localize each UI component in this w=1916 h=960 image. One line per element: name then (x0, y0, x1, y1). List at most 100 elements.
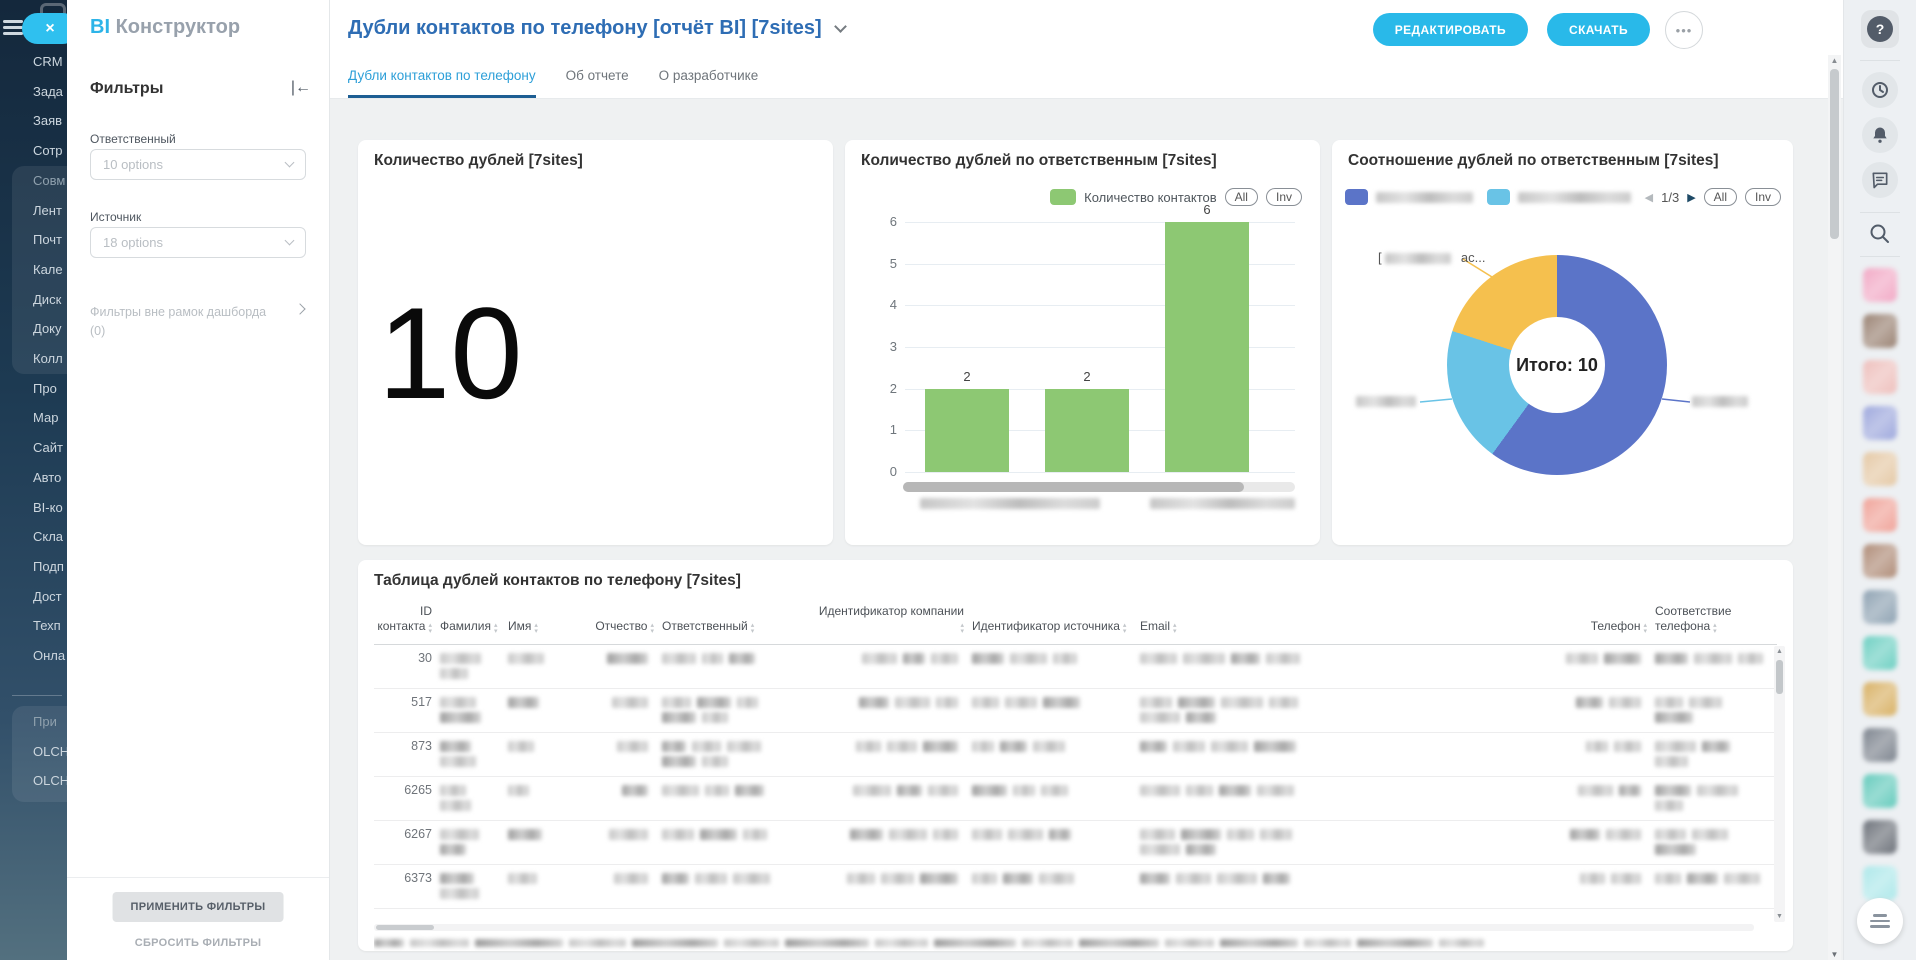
redacted-text (887, 741, 917, 752)
sort-icon[interactable]: ▴▾ (1173, 623, 1177, 635)
column-header[interactable]: Фамилия▴▾ (438, 613, 506, 644)
sort-icon[interactable]: ▴▾ (960, 623, 964, 635)
redacted-text (695, 873, 727, 884)
hamburger-menu-icon[interactable] (3, 20, 23, 36)
avatar[interactable] (1863, 406, 1897, 440)
avatar[interactable] (1863, 314, 1897, 348)
column-header[interactable]: Имя▴▾ (506, 613, 564, 644)
redacted-text (508, 653, 544, 664)
inv-toggle-button[interactable]: Inv (1745, 188, 1781, 206)
inv-toggle-button[interactable]: Inv (1266, 188, 1302, 206)
redacted-text (440, 888, 479, 899)
download-button[interactable]: СКАЧАТЬ (1547, 13, 1650, 46)
sort-icon[interactable]: ▴▾ (1123, 623, 1127, 635)
source-filter-select[interactable]: 18 options (90, 227, 306, 258)
table-cell (1138, 865, 1438, 886)
apply-filters-button[interactable]: ПРИМЕНИТЬ ФИЛЬТРЫ (113, 892, 284, 922)
outside-filters-link[interactable]: Фильтры вне рамок дашборда (0) (90, 303, 306, 341)
avatar[interactable] (1863, 774, 1897, 808)
redacted-text (1269, 697, 1298, 708)
column-header[interactable]: Отчество▴▾ (564, 613, 660, 644)
edit-button[interactable]: РЕДАКТИРОВАТЬ (1373, 13, 1528, 46)
avatar[interactable] (1863, 498, 1897, 532)
column-header[interactable]: Соответствие телефона▴▾ (1653, 598, 1777, 644)
table-cell (1138, 645, 1438, 666)
table-horizontal-scrollbar[interactable] (374, 924, 1754, 931)
sort-icon[interactable]: ▴▾ (1713, 623, 1717, 635)
more-options-button[interactable]: ••• (1665, 11, 1703, 49)
tab-3[interactable]: О разработчике (659, 68, 759, 98)
sort-icon[interactable]: ▴▾ (428, 623, 432, 635)
time-tracking-button[interactable] (1862, 72, 1898, 108)
column-header[interactable]: Идентификатор компании▴▾ (812, 598, 970, 644)
avatar[interactable] (1863, 636, 1897, 670)
reset-filters-button[interactable]: СБРОСИТЬ ФИЛЬТРЫ (129, 936, 268, 950)
column-header[interactable]: Email▴▾ (1138, 613, 1438, 644)
table-row[interactable]: 6373 (374, 865, 1777, 909)
avatar[interactable] (1863, 544, 1897, 578)
table-cell (564, 821, 660, 842)
table-row[interactable]: 30 (374, 645, 1777, 689)
avatar[interactable] (1863, 590, 1897, 624)
table-vertical-scrollbar[interactable]: ▲▼ (1774, 646, 1785, 922)
sort-icon[interactable]: ▴▾ (494, 623, 498, 635)
table-cell (970, 777, 1138, 798)
bar-segment[interactable] (1165, 222, 1249, 472)
column-header[interactable]: ID контакта▴▾ (374, 598, 438, 644)
legend-next-page-icon[interactable]: ▶ (1687, 191, 1695, 204)
avatar[interactable] (1863, 866, 1897, 900)
redacted-text (410, 939, 469, 947)
sort-icon[interactable]: ▴▾ (1643, 623, 1647, 635)
legend-swatch (1487, 189, 1510, 205)
rail-menu-button[interactable] (1857, 898, 1903, 944)
redacted-text (1043, 697, 1080, 708)
table-row[interactable]: 873 (374, 733, 1777, 777)
bar-chart-horizontal-scrollbar[interactable] (903, 482, 1295, 492)
table-row[interactable]: 6265 (374, 777, 1777, 821)
notifications-button[interactable] (1862, 117, 1898, 153)
all-toggle-button[interactable]: All (1704, 188, 1737, 206)
tab-2[interactable]: Об отчете (566, 68, 629, 98)
avatar[interactable] (1863, 682, 1897, 716)
table-cell (1138, 821, 1438, 857)
tab-1[interactable]: Дубли контактов по телефону (348, 68, 536, 98)
redacted-text (508, 741, 534, 752)
page-vertical-scrollbar[interactable]: ▲▼ (1828, 55, 1841, 960)
search-button[interactable] (1868, 222, 1892, 246)
table-cell (564, 865, 660, 886)
responsible-filter-label: Ответственный (90, 132, 176, 146)
help-button[interactable]: ? (1861, 10, 1899, 48)
redacted-text (856, 741, 881, 752)
sort-icon[interactable]: ▴▾ (534, 623, 538, 635)
table-cell (1138, 689, 1438, 725)
column-header[interactable]: Телефон▴▾ (1438, 613, 1653, 644)
avatar[interactable] (1863, 268, 1897, 302)
report-title[interactable]: Дубли контактов по телефону [отчёт BI] [… (348, 17, 845, 40)
bar-segment[interactable] (925, 389, 1009, 472)
sort-icon[interactable]: ▴▾ (751, 623, 755, 635)
redacted-text (508, 697, 539, 708)
column-header[interactable]: Ответственный▴▾ (660, 613, 812, 644)
avatar[interactable] (1863, 820, 1897, 854)
legend-prev-page-icon[interactable]: ◀ (1645, 191, 1653, 204)
table-cell (506, 865, 564, 886)
collapse-filters-icon[interactable]: |← (291, 79, 311, 97)
messenger-button[interactable] (1862, 162, 1898, 198)
sort-icon[interactable]: ▴▾ (650, 623, 654, 635)
table-cell (1138, 733, 1438, 754)
table-cell (1438, 689, 1653, 710)
table-row[interactable]: 517 (374, 689, 1777, 733)
bar-segment[interactable] (1045, 389, 1129, 472)
avatar[interactable] (1863, 360, 1897, 394)
responsible-filter-select[interactable]: 10 options (90, 149, 306, 180)
logo-name: Конструктор (116, 16, 240, 38)
redacted-text (692, 741, 721, 752)
avatar[interactable] (1863, 452, 1897, 486)
avatar[interactable] (1863, 728, 1897, 762)
column-header[interactable]: Идентификатор источника▴▾ (970, 613, 1138, 644)
source-filter-value: 18 options (103, 235, 163, 250)
redacted-text (931, 653, 958, 664)
legend-page-indicator: 1/3 (1661, 190, 1679, 205)
table-row[interactable]: 6267 (374, 821, 1777, 865)
redacted-text (735, 785, 764, 796)
